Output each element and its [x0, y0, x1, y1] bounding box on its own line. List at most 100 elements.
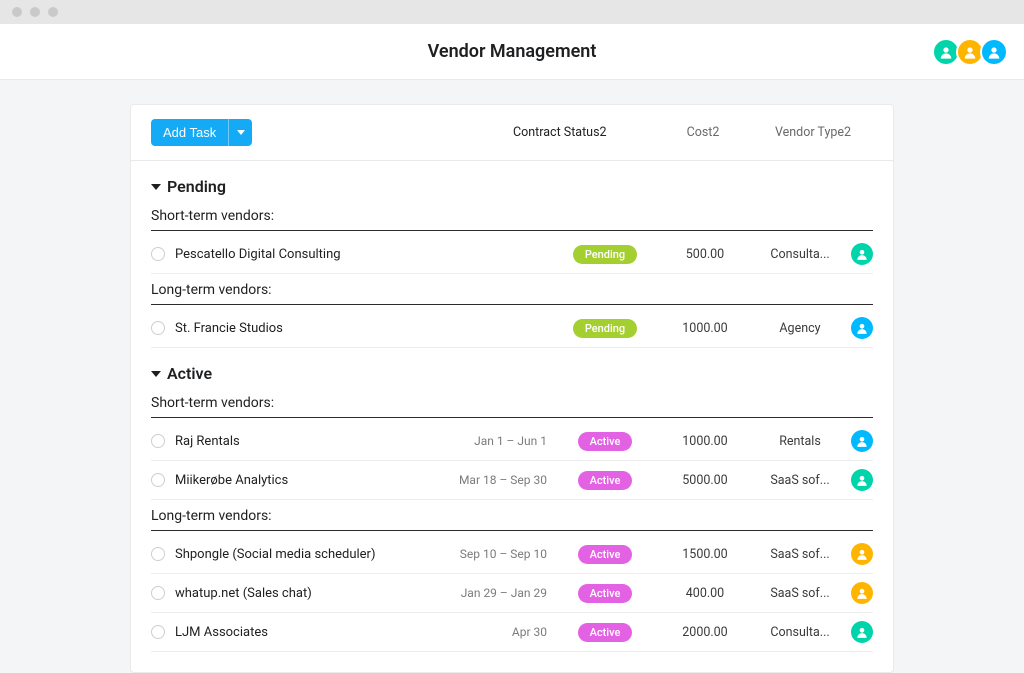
task-name[interactable]: Miikerøbe Analytics: [175, 473, 455, 488]
task-cost: 1000.00: [655, 434, 755, 449]
task-cost: 500.00: [655, 247, 755, 262]
group-heading: Long-term vendors:: [151, 508, 873, 531]
column-headers: Contract Status2 Cost2 Vendor Type2: [513, 125, 873, 140]
task-cost: 2000.00: [655, 625, 755, 640]
task-vendor-type: Consulta...: [755, 625, 845, 640]
task-status[interactable]: Pending: [555, 319, 655, 338]
task-name[interactable]: Pescatello Digital Consulting: [175, 247, 455, 262]
task-vendor-type: Agency: [755, 321, 845, 336]
complete-checkbox[interactable]: [151, 586, 165, 600]
status-badge: Active: [578, 623, 633, 642]
window-chrome: [0, 0, 1024, 24]
column-header-status[interactable]: Contract Status2: [513, 125, 653, 140]
task-assignee[interactable]: [845, 430, 873, 452]
chrome-dot: [30, 7, 40, 17]
panel-header: Add Task Contract Status2 Cost2 Vendor T…: [131, 105, 893, 161]
collaborator-avatars[interactable]: [936, 38, 1008, 66]
table-row[interactable]: St. Francie Studios Pending 1000.00Agency: [151, 309, 873, 348]
task-status[interactable]: Active: [555, 623, 655, 642]
task-assignee[interactable]: [845, 243, 873, 265]
task-name[interactable]: LJM Associates: [175, 625, 455, 640]
task-vendor-type: SaaS sof...: [755, 547, 845, 562]
task-name[interactable]: Raj Rentals: [175, 434, 455, 449]
section-toggle[interactable]: Pending: [151, 177, 873, 196]
avatar: [851, 582, 873, 604]
task-vendor-type: Rentals: [755, 434, 845, 449]
chrome-dot: [48, 7, 58, 17]
task-status[interactable]: Active: [555, 545, 655, 564]
task-vendor-type: SaaS sof...: [755, 473, 845, 488]
avatar: [851, 317, 873, 339]
table-row[interactable]: whatup.net (Sales chat)Jan 29 – Jan 29 Ac…: [151, 574, 873, 613]
task-cost: 5000.00: [655, 473, 755, 488]
table-row[interactable]: Shpongle (Social media scheduler)Sep 10 …: [151, 535, 873, 574]
status-badge: Active: [578, 545, 633, 564]
complete-checkbox[interactable]: [151, 547, 165, 561]
column-header-vendor-type[interactable]: Vendor Type2: [753, 125, 873, 140]
group-rows: St. Francie Studios Pending 1000.00Agency: [151, 309, 873, 348]
task-assignee[interactable]: [845, 621, 873, 643]
page-header: Vendor Management: [0, 24, 1024, 80]
page-title: Vendor Management: [428, 41, 597, 62]
status-badge: Pending: [573, 319, 637, 338]
task-cost: 1500.00: [655, 547, 755, 562]
column-header-cost[interactable]: Cost2: [653, 125, 753, 140]
status-badge: Active: [578, 471, 633, 490]
avatar: [851, 621, 873, 643]
task-cost: 1000.00: [655, 321, 755, 336]
section: Pending Short-term vendors: Pescatello Dig…: [131, 161, 893, 348]
avatar: [851, 430, 873, 452]
table-row[interactable]: Raj RentalsJan 1 – Jun 1 Active 1000.00Ren…: [151, 422, 873, 461]
task-assignee[interactable]: [845, 317, 873, 339]
section: ActiveShort-term vendors:Raj RentalsJan …: [131, 348, 893, 652]
group-rows: Raj RentalsJan 1 – Jun 1 Active 1000.00Ren…: [151, 422, 873, 500]
group-heading: Long-term vendors:: [151, 282, 873, 305]
avatar[interactable]: [980, 38, 1008, 66]
task-status[interactable]: Active: [555, 471, 655, 490]
task-assignee[interactable]: [845, 582, 873, 604]
task-cost: 400.00: [655, 586, 755, 601]
status-badge: Active: [578, 584, 633, 603]
group-heading: Short-term vendors:: [151, 395, 873, 418]
task-dates: Sep 10 – Sep 10: [455, 547, 555, 561]
task-dates: Apr 30: [455, 625, 555, 639]
task-name[interactable]: Shpongle (Social media scheduler): [175, 547, 455, 562]
complete-checkbox[interactable]: [151, 321, 165, 335]
avatar: [851, 243, 873, 265]
section-toggle[interactable]: Active: [151, 364, 873, 383]
task-dates: Jan 1 – Jun 1: [455, 434, 555, 448]
complete-checkbox[interactable]: [151, 247, 165, 261]
task-assignee[interactable]: [845, 543, 873, 565]
task-assignee[interactable]: [845, 469, 873, 491]
chrome-dot: [12, 7, 22, 17]
task-list-panel: Add Task Contract Status2 Cost2 Vendor T…: [130, 104, 894, 673]
add-task-dropdown-button[interactable]: [228, 119, 252, 146]
complete-checkbox[interactable]: [151, 434, 165, 448]
status-badge: Active: [578, 432, 633, 451]
task-status[interactable]: Active: [555, 432, 655, 451]
add-task-button[interactable]: Add Task: [151, 119, 228, 146]
task-dates: Mar 18 – Sep 30: [455, 473, 555, 487]
caret-down-icon: [151, 184, 161, 190]
section-title-label: Pending: [167, 177, 226, 196]
caret-down-icon: [151, 371, 161, 377]
status-badge: Pending: [573, 245, 637, 264]
group-heading: Short-term vendors:: [151, 208, 873, 231]
table-row[interactable]: Miikerøbe AnalyticsMar 18 – Sep 30 Active…: [151, 461, 873, 500]
table-row[interactable]: Pescatello Digital Consulting Pending 500.…: [151, 235, 873, 274]
task-status[interactable]: Pending: [555, 245, 655, 264]
group-rows: Shpongle (Social media scheduler)Sep 10 …: [151, 535, 873, 652]
complete-checkbox[interactable]: [151, 473, 165, 487]
group-rows: Pescatello Digital Consulting Pending 500.…: [151, 235, 873, 274]
task-vendor-type: SaaS sof...: [755, 586, 845, 601]
task-status[interactable]: Active: [555, 584, 655, 603]
table-row[interactable]: LJM AssociatesApr 30 Active 2000.00Consult…: [151, 613, 873, 652]
complete-checkbox[interactable]: [151, 625, 165, 639]
task-name[interactable]: St. Francie Studios: [175, 321, 455, 336]
task-vendor-type: Consulta...: [755, 247, 845, 262]
task-name[interactable]: whatup.net (Sales chat): [175, 586, 455, 601]
task-dates: Jan 29 – Jan 29: [455, 586, 555, 600]
chevron-down-icon: [237, 130, 245, 135]
avatar: [851, 469, 873, 491]
avatar: [851, 543, 873, 565]
